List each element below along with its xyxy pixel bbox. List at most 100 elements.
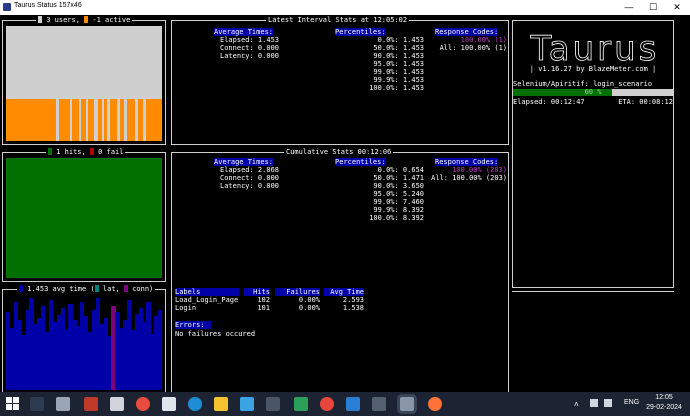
latest-avg-elapsed: Elapsed: 1.453 bbox=[220, 36, 280, 44]
errors-header: Errors: bbox=[175, 321, 211, 329]
avgtime-col-header: Avg Time bbox=[324, 288, 364, 296]
latest-pct-999: 99.9%: 1.453 bbox=[373, 76, 424, 84]
lat-swatch bbox=[94, 285, 99, 292]
volume-icon[interactable] bbox=[604, 399, 612, 407]
row-avgtime: 1.538 bbox=[342, 304, 364, 312]
latest-title: Latest Interval Stats at 12:05:02 bbox=[266, 16, 410, 25]
active-bar bbox=[110, 99, 117, 141]
cum-rc-header: Response Codes: bbox=[435, 158, 499, 166]
lat-label: lat, bbox=[102, 285, 120, 293]
time-bar bbox=[158, 310, 163, 390]
active-bar bbox=[104, 99, 107, 141]
latest-avg-header: Average Times: bbox=[214, 28, 274, 36]
store-icon[interactable] bbox=[294, 397, 308, 411]
avg-time-legend: 1.453 avg time ( lat, conn) bbox=[17, 285, 156, 294]
firefox-icon[interactable] bbox=[428, 397, 442, 411]
latest-rc-all: All: 100.00% (1) bbox=[439, 44, 507, 52]
folder-icon[interactable] bbox=[214, 397, 228, 411]
window-title: Taurus Status 157x46 bbox=[14, 2, 82, 9]
active-bar bbox=[127, 99, 135, 141]
active-bar bbox=[72, 99, 79, 141]
database-icon[interactable] bbox=[56, 397, 70, 411]
avg-swatch bbox=[19, 285, 23, 292]
window-titlebar: Taurus Status 157x46 — ☐ ✕ bbox=[0, 0, 690, 15]
photos-icon[interactable] bbox=[240, 397, 254, 411]
conn-swatch bbox=[123, 285, 128, 292]
users-swatch bbox=[38, 16, 42, 23]
hits-chart-panel: 1 hits, 0 fail bbox=[2, 148, 166, 282]
row-hits: 102 bbox=[257, 296, 270, 304]
cum-avg-header: Average Times: bbox=[214, 158, 274, 166]
chrome-icon[interactable] bbox=[320, 397, 334, 411]
cum-avg-elapsed: Elapsed: 2.068 bbox=[220, 166, 280, 174]
row-label: Login bbox=[175, 304, 197, 312]
mail-icon[interactable] bbox=[162, 397, 176, 411]
hits-swatch bbox=[48, 148, 52, 155]
progress-label: 60 % bbox=[584, 88, 602, 96]
progress-bar: 60 % bbox=[513, 89, 673, 96]
scenario-label: Selenium/Apiritif: login_scenario bbox=[513, 80, 653, 88]
cum-avg-latency: Latency: 0.000 bbox=[220, 182, 280, 190]
latest-pct-header: Percentiles: bbox=[335, 28, 386, 36]
hits-legend: 1 hits, 0 fail bbox=[46, 148, 126, 157]
users-chart-panel: 3 users, -1 active bbox=[2, 16, 166, 145]
cum-pct-100: 100.0%: 8.392 bbox=[369, 214, 424, 222]
taurus-app-icon[interactable] bbox=[400, 397, 414, 411]
latest-stats-panel: Latest Interval Stats at 12:05:02 Averag… bbox=[171, 16, 509, 145]
edge-icon[interactable] bbox=[188, 397, 202, 411]
elapsed-time: Elapsed: 00:12:47 bbox=[513, 98, 585, 106]
fail-count: 0 fail bbox=[98, 148, 124, 156]
latest-pct-100: 100.0%: 1.453 bbox=[369, 84, 424, 92]
app-icon bbox=[3, 3, 11, 11]
minimize-button[interactable]: — bbox=[617, 0, 641, 15]
maximize-button[interactable]: ☐ bbox=[641, 0, 665, 15]
table-row: Load_Login_Page 102 0.00% 2.593 bbox=[172, 296, 372, 304]
row-failures: 0.00% bbox=[298, 304, 320, 312]
search-icon[interactable] bbox=[30, 397, 44, 411]
active-bars bbox=[6, 26, 162, 141]
language-indicator[interactable]: ENG bbox=[624, 399, 639, 406]
vscode-icon[interactable] bbox=[346, 397, 360, 411]
active-swatch bbox=[84, 16, 89, 23]
cum-avg-connect: Connect: 0.000 bbox=[220, 174, 280, 182]
row-label: Load_Login_Page bbox=[175, 296, 239, 304]
windows-start-icon[interactable] bbox=[6, 397, 20, 411]
divider bbox=[512, 291, 674, 292]
taurus-logo-text: Taurus bbox=[530, 29, 660, 69]
latest-pct-0: 0.0%: 1.453 bbox=[377, 36, 424, 44]
close-button[interactable]: ✕ bbox=[665, 0, 689, 15]
cum-pct-90: 90.0%: 3.650 bbox=[373, 182, 424, 190]
latest-pct-95: 95.0%: 1.453 bbox=[373, 60, 424, 68]
latest-rc-code: 100.00% (1) bbox=[460, 36, 507, 44]
users-legend: 3 users, -1 active bbox=[36, 16, 133, 25]
clock-time[interactable]: 12:05 bbox=[643, 394, 685, 401]
active-bar bbox=[6, 99, 56, 141]
taurus-info-panel: Taurus | v1.16.27 by BlazeMeter.com | Se… bbox=[512, 20, 674, 288]
cumulative-title: Cumulative Stats 00:12:06 bbox=[284, 148, 394, 157]
active-bar bbox=[59, 99, 70, 141]
row-hits: 101 bbox=[257, 304, 270, 312]
latest-pct-90: 90.0%: 1.453 bbox=[373, 52, 424, 60]
avg-time-chart-panel: 1.453 avg time ( lat, conn) bbox=[2, 285, 166, 393]
recorder-icon[interactable] bbox=[136, 397, 150, 411]
hits-area bbox=[6, 158, 162, 278]
hits-count: 1 hits, bbox=[56, 148, 86, 156]
cum-pct-999: 99.9%: 8.392 bbox=[373, 206, 424, 214]
cumulative-stats-panel: Cumulative Stats 00:12:06 Average Times:… bbox=[171, 148, 509, 393]
active-bar bbox=[146, 99, 162, 141]
terminal2-icon[interactable] bbox=[372, 397, 386, 411]
terminal-icon[interactable] bbox=[266, 397, 280, 411]
paint-icon[interactable] bbox=[110, 397, 124, 411]
clock-date[interactable]: 29-02-2024 bbox=[643, 404, 685, 411]
failures-col-header: Failures bbox=[275, 288, 320, 296]
taurus-logo: Taurus bbox=[529, 29, 660, 70]
chevron-up-icon[interactable]: ˄ bbox=[574, 400, 579, 409]
active-count: -1 active bbox=[92, 16, 131, 24]
pdf-icon[interactable] bbox=[84, 397, 98, 411]
avg-time-label: 1.453 avg time bbox=[27, 285, 87, 293]
row-failures: 0.00% bbox=[298, 296, 320, 304]
latest-avg-connect: Connect: 0.000 bbox=[220, 44, 280, 52]
cum-rc-all: All: 100.00% (203) bbox=[431, 174, 507, 182]
avg-time-bars bbox=[6, 295, 163, 390]
network-icon[interactable] bbox=[590, 399, 598, 407]
